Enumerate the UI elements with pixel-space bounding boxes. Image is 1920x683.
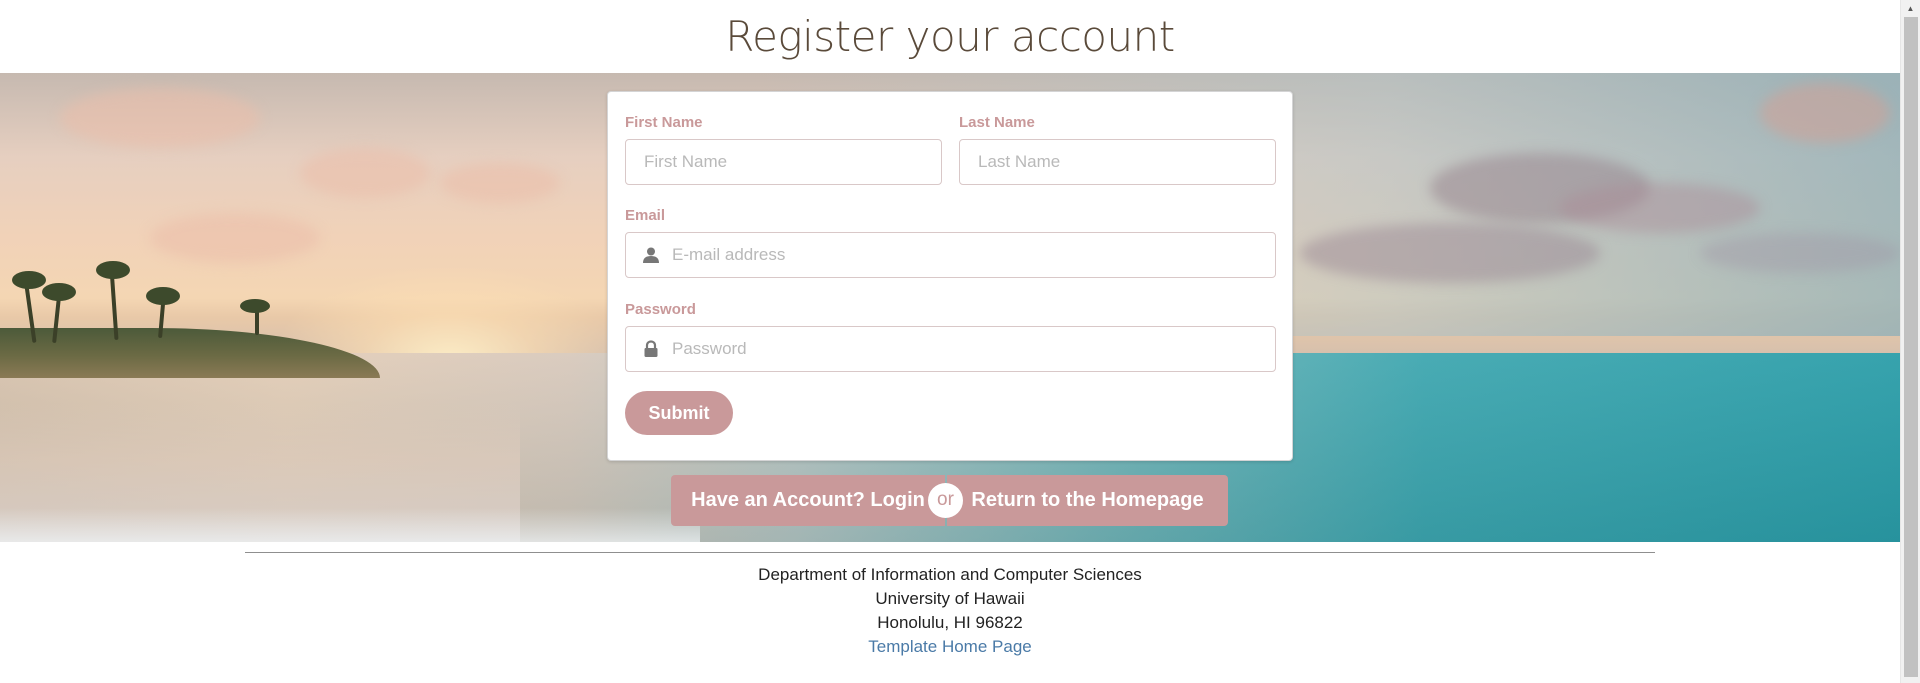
- scroll-thumb[interactable]: [1904, 17, 1918, 677]
- vertical-scrollbar[interactable]: ▲: [1900, 0, 1920, 683]
- password-input[interactable]: Password: [625, 326, 1276, 372]
- scroll-up-icon[interactable]: ▲: [1901, 0, 1920, 17]
- page: Register your account First Name First N…: [0, 0, 1900, 683]
- email-input[interactable]: E-mail address: [625, 232, 1276, 278]
- submit-button[interactable]: Submit: [625, 391, 733, 435]
- or-divider: or: [928, 483, 963, 518]
- email-placeholder: E-mail address: [672, 245, 786, 264]
- first-name-label: First Name: [625, 114, 703, 131]
- footer-divider: [245, 552, 1655, 553]
- password-placeholder: Password: [672, 339, 747, 358]
- lock-icon: [644, 340, 658, 357]
- page-title: Register your account: [725, 12, 1175, 61]
- login-button[interactable]: Have an Account? Login: [671, 475, 945, 526]
- password-label: Password: [625, 301, 696, 318]
- footer-university: University of Hawaii: [875, 589, 1025, 608]
- email-label: Email: [625, 207, 666, 224]
- template-home-link[interactable]: Template Home Page: [868, 637, 1031, 656]
- first-name-input[interactable]: First Name: [625, 139, 942, 185]
- footer-department: Department of Information and Computer S…: [758, 565, 1142, 584]
- last-name-input[interactable]: Last Name: [959, 139, 1276, 185]
- account-actions: Have an Account? Login or Return to the …: [671, 475, 1228, 526]
- last-name-label: Last Name: [959, 114, 1035, 131]
- footer-address: Honolulu, HI 96822: [877, 613, 1023, 632]
- return-home-button[interactable]: Return to the Homepage: [947, 475, 1228, 526]
- user-icon: [643, 247, 659, 263]
- footer: Department of Information and Computer S…: [0, 563, 1900, 659]
